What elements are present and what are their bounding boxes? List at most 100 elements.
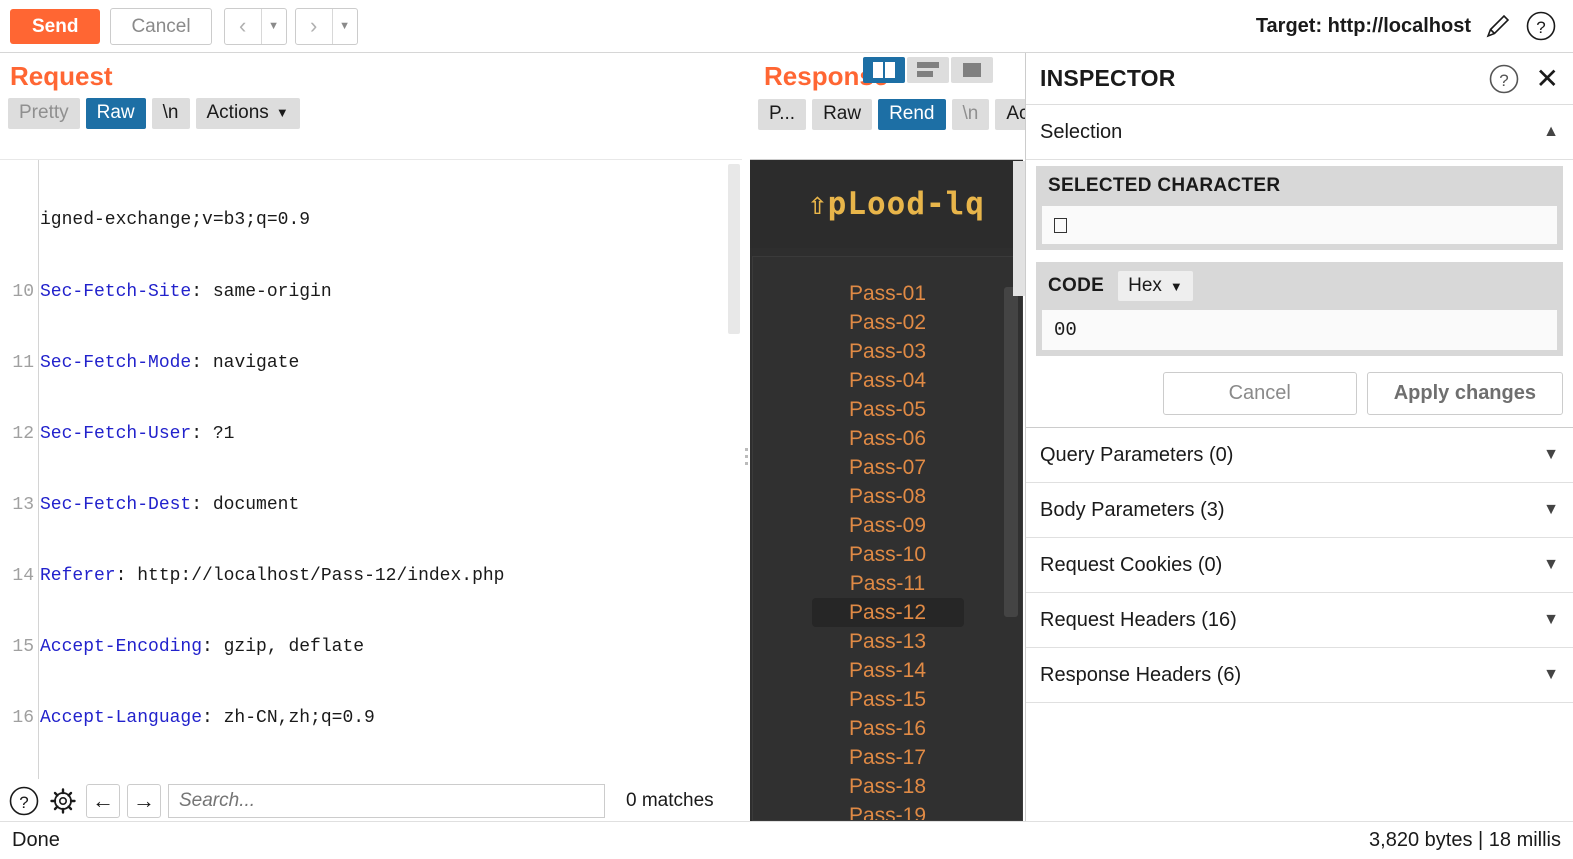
list-item[interactable]: Pass-05 [812,395,964,424]
section-label: Request Headers (16) [1040,608,1237,631]
line-number: 14 [12,565,34,586]
tab-render[interactable]: Rend [878,99,946,130]
code-format-dropdown[interactable]: Hex ▼ [1118,271,1193,301]
tab-pretty[interactable]: P... [758,99,807,130]
tab-raw[interactable]: Raw [85,98,146,129]
line-number: 13 [12,494,34,515]
inspector-section-response-headers[interactable]: Response Headers (6) ▼ [1026,648,1573,703]
layout-side-by-side-button[interactable] [863,57,905,83]
request-pane-title: Request [10,61,113,91]
list-item[interactable]: Pass-10 [812,540,964,569]
code-line: Sec-Fetch-Mode: navigate [40,352,300,373]
inspector-title: INSPECTOR [1040,65,1176,91]
list-item-active[interactable]: Pass-12 [811,598,964,627]
list-item[interactable]: Pass-16 [812,714,964,743]
target-area: Target: http://localhost ? [1256,10,1563,42]
request-raw-text[interactable]: igned-exchange;v=b3;q=0.9 Sec-Fetch-Site… [40,160,724,799]
selected-character-label: SELECTED CHARACTER [1048,175,1281,196]
inspector-header: INSPECTOR ? ✕ [1026,53,1573,105]
burp-repeater-window: Send Cancel ‹ ▼ › ▼ Target: http://local… [0,0,1573,859]
chevron-down-icon: ▼ [1543,446,1559,463]
inspector-section-query-parameters[interactable]: Query Parameters (0) ▼ [1026,428,1573,483]
status-bar: Done 3,820 bytes | 18 millis [0,821,1573,859]
history-forward-group[interactable]: › ▼ [294,7,358,45]
pane-splitter[interactable] [742,53,750,859]
tab-pretty[interactable]: Pretty [8,98,80,129]
render-banner: ⇧pLood-lq [750,160,1023,248]
code-value-input[interactable]: 00 [1042,310,1557,350]
close-icon[interactable]: ✕ [1536,64,1559,93]
line-number: 15 [12,636,34,657]
layout-single-button[interactable] [951,57,993,83]
request-actions-label: Actions [206,102,269,123]
rows-icon [917,62,939,77]
list-item[interactable]: Pass-09 [812,511,964,540]
request-actions-menu[interactable]: Actions ▼ [195,98,300,129]
chevron-left-icon[interactable]: ‹ [225,9,261,44]
selected-character-value[interactable] [1042,206,1557,244]
code-line: Accept-Encoding: gzip, deflate [40,636,365,657]
list-item[interactable]: Pass-11 [812,569,964,598]
request-tabstrip: Pretty Raw \n Actions ▼ [0,96,742,133]
list-item[interactable]: Pass-01 [812,279,964,308]
send-button[interactable]: Send [10,8,101,44]
chevron-down-icon: ▼ [1169,278,1183,294]
search-input-wrapper[interactable] [168,784,605,818]
chevron-right-icon[interactable]: › [296,9,332,44]
code-body: 00 [1036,310,1563,356]
list-item[interactable]: Pass-13 [812,627,964,656]
list-item[interactable]: Pass-02 [812,308,964,337]
list-item[interactable]: Pass-08 [812,482,964,511]
list-item[interactable]: Pass-03 [812,337,964,366]
tab-raw[interactable]: Raw [812,99,873,130]
request-editor-scrollbar[interactable] [728,164,740,334]
inspector-section-request-cookies[interactable]: Request Cookies (0) ▼ [1026,538,1573,593]
section-label: Query Parameters (0) [1040,443,1234,466]
inspector-section-body-parameters[interactable]: Body Parameters (3) ▼ [1026,483,1573,538]
help-circle-icon[interactable]: ? [1488,63,1520,95]
selected-character-body [1036,206,1563,250]
chevron-down-icon[interactable]: ▼ [260,8,286,44]
tab-newline[interactable]: \n [151,98,190,129]
arrow-right-icon: → [133,788,155,813]
pencil-icon[interactable] [1483,11,1513,41]
chevron-down-icon[interactable]: ▼ [331,8,357,44]
inspector-section-request-headers[interactable]: Request Headers (16) ▼ [1026,593,1573,648]
arrow-left-icon: ← [92,788,114,813]
list-item[interactable]: Pass-06 [812,424,964,453]
list-item[interactable]: Pass-14 [812,656,964,685]
svg-text:?: ? [19,793,28,812]
render-inner-scrollbar[interactable] [1004,287,1018,617]
chevron-down-icon: ▼ [1543,556,1559,573]
tab-newline[interactable]: \n [951,99,990,130]
apply-changes-button[interactable]: Apply changes [1366,372,1563,415]
selected-character-group: SELECTED CHARACTER [1036,166,1563,250]
code-label: CODE [1048,275,1105,296]
gear-icon[interactable] [47,785,79,817]
response-actions-menu[interactable]: Actio [995,99,1025,130]
selected-character-header: SELECTED CHARACTER [1036,166,1563,206]
list-item[interactable]: Pass-04 [812,366,964,395]
top-toolbar: Send Cancel ‹ ▼ › ▼ Target: http://local… [0,0,1573,53]
layout-stacked-button[interactable] [907,57,949,83]
request-editor[interactable]: 10 11 12 13 14 15 16 17 18 19 20 21 22 2… [0,159,742,799]
inspector-section-selection[interactable]: Selection ▲ [1026,105,1573,160]
request-find-bar: ? ← → Search... 0 matches [0,779,742,823]
list-item[interactable]: Pass-19 [812,801,964,820]
find-previous-button[interactable]: ← [86,784,120,818]
response-pane-scrollbar[interactable] [1013,161,1025,296]
history-back-group[interactable]: ‹ ▼ [223,7,287,45]
cancel-button[interactable]: Cancel [1162,372,1357,415]
list-item[interactable]: Pass-15 [812,685,964,714]
response-render-view[interactable]: ⇧pLood-lq Pass-01 Pass-02 Pass-03 Pass-0… [750,159,1023,821]
cancel-button[interactable]: Cancel [110,7,212,45]
list-item[interactable]: Pass-18 [812,772,964,801]
list-item[interactable]: Pass-17 [812,743,964,772]
help-circle-icon[interactable]: ? [1525,10,1557,42]
list-item[interactable]: Pass-07 [812,453,964,482]
code-text: igned-exchange;v=b3;q=0.9 [40,210,311,231]
find-next-button[interactable]: → [127,784,161,818]
response-stats: 3,820 bytes | 18 millis [1369,829,1561,851]
help-circle-icon[interactable]: ? [8,785,40,817]
search-input[interactable] [177,789,596,813]
